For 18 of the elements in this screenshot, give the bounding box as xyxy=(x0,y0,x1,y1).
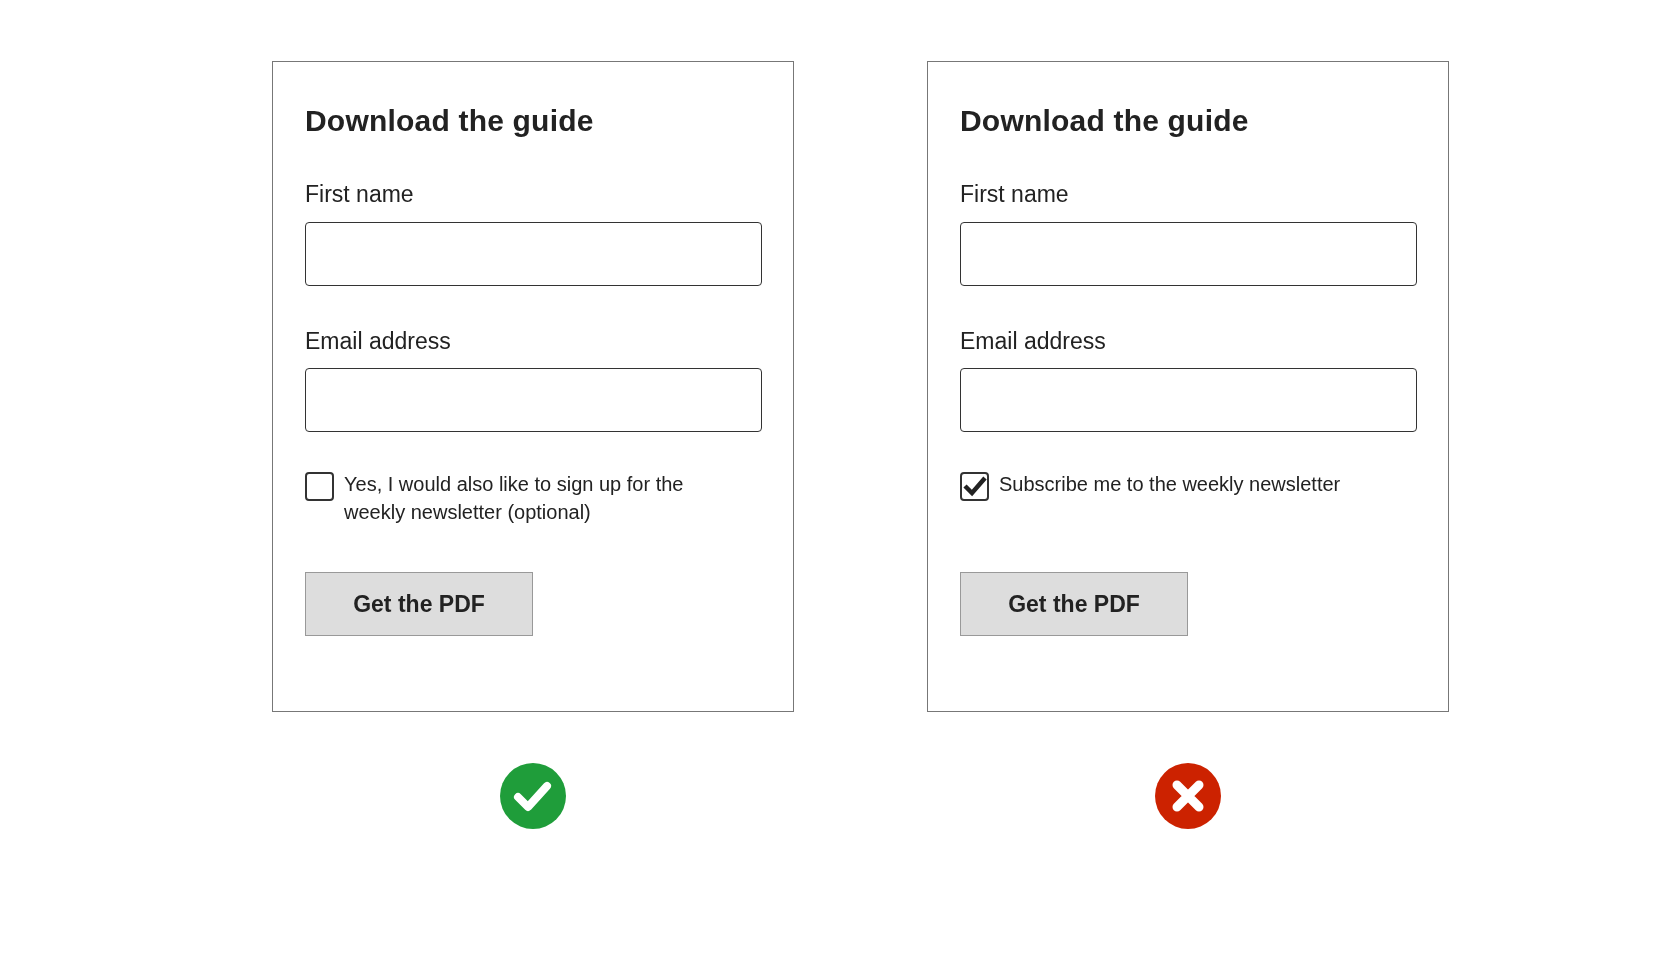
field-label: First name xyxy=(305,180,415,209)
checkbox-label: Yes, I would also like to sign up for the weekly newsletter (optional) xyxy=(344,472,685,525)
input-field[interactable] xyxy=(960,221,1417,286)
checkbox[interactable] xyxy=(960,472,989,501)
checkbox[interactable] xyxy=(305,472,334,501)
field-label: First name xyxy=(960,180,1070,209)
input-field[interactable] xyxy=(305,221,762,286)
cross-icon xyxy=(1155,763,1221,829)
get-pdf-button[interactable]: Get the PDF xyxy=(960,572,1188,636)
form-title: Download the guide xyxy=(305,103,595,139)
input-field[interactable] xyxy=(960,368,1417,432)
get-pdf-button[interactable]: Get the PDF xyxy=(305,572,533,636)
field-label: Email address xyxy=(305,326,452,356)
form-title: Download the guide xyxy=(960,103,1250,139)
field-label: Email address xyxy=(960,326,1107,356)
checkbox-label: Subscribe me to the weekly newsletter xyxy=(999,472,1342,497)
input-field[interactable] xyxy=(305,368,762,432)
check-icon xyxy=(500,763,566,829)
